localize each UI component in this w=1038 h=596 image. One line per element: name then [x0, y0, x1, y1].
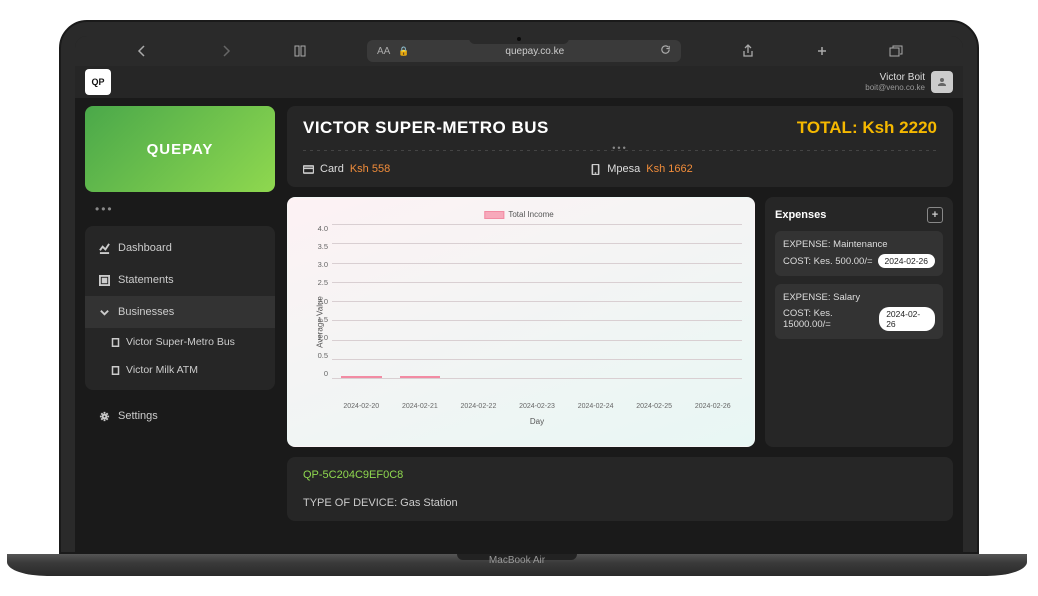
y-tick: 3.5 [296, 242, 328, 251]
list-icon [99, 275, 110, 286]
expenses-card: Expenses + EXPENSE: Maintenance COST: Kes… [765, 197, 953, 447]
expense-date-chip: 2024-02-26 [879, 307, 935, 331]
card-icon [303, 164, 314, 175]
x-tick: 2024-02-25 [625, 403, 684, 410]
payment-amount: Ksh 558 [350, 163, 390, 175]
x-axis-label: Day [332, 417, 742, 426]
lock-icon: 🔒 [398, 46, 409, 57]
nav-businesses[interactable]: Businesses [85, 296, 275, 328]
x-tick: 2024-02-21 [391, 403, 450, 410]
chart-card: Total Income Average Value 4.0 3.5 3.0 2.5 2… [287, 197, 755, 447]
add-expense-button[interactable]: + [927, 207, 943, 223]
brand-card[interactable]: QUEPAY [85, 106, 275, 192]
laptop-base: MacBook Air [7, 554, 1027, 576]
y-tick: 3.0 [296, 260, 328, 269]
expense-item[interactable]: EXPENSE: Maintenance COST: Kes. 500.00/= 2… [775, 231, 943, 276]
y-tick: 4.0 [296, 224, 328, 233]
laptop-notch [469, 34, 569, 44]
nav-menu: Dashboard Statements Businesses [85, 226, 275, 390]
text-size-label[interactable]: AA [377, 46, 390, 57]
app-logo[interactable]: QP [85, 69, 111, 95]
bar [400, 376, 440, 378]
payment-mpesa: Mpesa Ksh 1662 [590, 163, 693, 175]
expense-cost: COST: Kes. 15000.00/= [783, 308, 879, 330]
header-card: VICTOR SUPER-METRO BUS TOTAL: Ksh 2220 C… [287, 106, 953, 187]
url-text: quepay.co.ke [418, 46, 652, 57]
document-icon [111, 366, 120, 375]
user-email: boit@veno.co.ke [865, 83, 925, 92]
y-tick: 0.5 [296, 351, 328, 360]
forward-icon[interactable] [219, 44, 233, 58]
user-name: Victor Boit [865, 72, 925, 83]
bar [341, 376, 381, 378]
business-item-milkatm[interactable]: Victor Milk ATM [85, 356, 275, 384]
app-topbar: QP Victor Boit boit@veno.co.ke [75, 66, 963, 98]
back-icon[interactable] [135, 44, 149, 58]
laptop-model-label: MacBook Air [489, 555, 545, 566]
business-label: Victor Milk ATM [126, 364, 198, 376]
expense-cost: COST: Kes. 500.00/= [783, 256, 873, 267]
tabs-icon[interactable] [889, 44, 903, 58]
device-id: QP-5C204C9EF0C8 [303, 469, 937, 481]
payment-amount: Ksh 1662 [646, 163, 692, 175]
nav-dashboard[interactable]: Dashboard [85, 232, 275, 264]
document-icon [111, 338, 120, 347]
nav-label: Dashboard [118, 242, 172, 254]
expenses-title: Expenses [775, 209, 826, 221]
reload-icon[interactable] [660, 44, 671, 58]
avatar[interactable] [931, 71, 953, 93]
x-tick: 2024-02-20 [332, 403, 391, 410]
device-type: TYPE OF DEVICE: Gas Station [303, 497, 937, 509]
gear-icon [99, 411, 110, 422]
x-tick: 2024-02-22 [449, 403, 508, 410]
expense-label: EXPENSE: Salary [783, 292, 935, 303]
nav-label: Statements [118, 274, 174, 286]
phone-icon [590, 164, 601, 175]
share-icon[interactable] [741, 44, 755, 58]
total-label: TOTAL: Ksh 2220 [797, 118, 937, 138]
bar-slot [332, 376, 391, 378]
chart-line-icon [99, 243, 110, 254]
x-tick: 2024-02-26 [683, 403, 742, 410]
nav-label: Settings [118, 410, 158, 422]
menu-dots-icon[interactable]: ••• [85, 202, 275, 216]
separator [303, 150, 937, 151]
page-title: VICTOR SUPER-METRO BUS [303, 118, 549, 138]
nav-label: Businesses [118, 306, 174, 318]
new-tab-icon[interactable] [815, 44, 829, 58]
legend-swatch [484, 211, 504, 219]
chart-legend: Total Income [484, 210, 553, 219]
x-tick: 2024-02-24 [566, 403, 625, 410]
business-item-supermetro[interactable]: Victor Super-Metro Bus [85, 328, 275, 356]
reader-icon[interactable] [293, 44, 307, 58]
y-tick: 0 [296, 369, 328, 378]
payment-method: Card [320, 163, 344, 175]
device-card: QP-5C204C9EF0C8 TYPE OF DEVICE: Gas Stat… [287, 457, 953, 521]
y-axis-label: Average Value [315, 296, 324, 348]
y-tick: 2.5 [296, 278, 328, 287]
x-tick: 2024-02-23 [508, 403, 567, 410]
legend-label: Total Income [508, 210, 553, 219]
expense-item[interactable]: EXPENSE: Salary COST: Kes. 15000.00/=2024… [775, 284, 943, 339]
nav-settings[interactable]: Settings [85, 400, 275, 432]
expense-label: EXPENSE: Maintenance [783, 239, 935, 250]
payment-method: Mpesa [607, 163, 640, 175]
business-label: Victor Super-Metro Bus [126, 336, 235, 348]
expense-date-chip: 2024-02-26 [878, 254, 935, 268]
chevron-down-icon [99, 307, 110, 318]
payment-card: Card Ksh 558 [303, 163, 390, 175]
nav-statements[interactable]: Statements [85, 264, 275, 296]
bar-slot [391, 376, 450, 378]
